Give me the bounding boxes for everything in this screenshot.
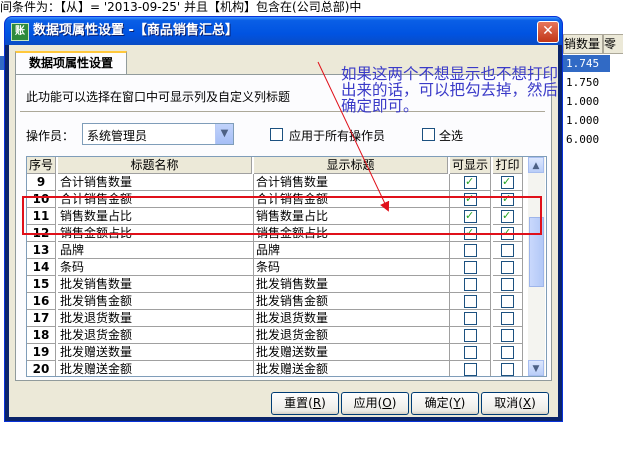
annotation-text: 如果这两个不想显示也不想打印出来的话，可以把勾去掉，然后确定即可。: [341, 65, 559, 115]
